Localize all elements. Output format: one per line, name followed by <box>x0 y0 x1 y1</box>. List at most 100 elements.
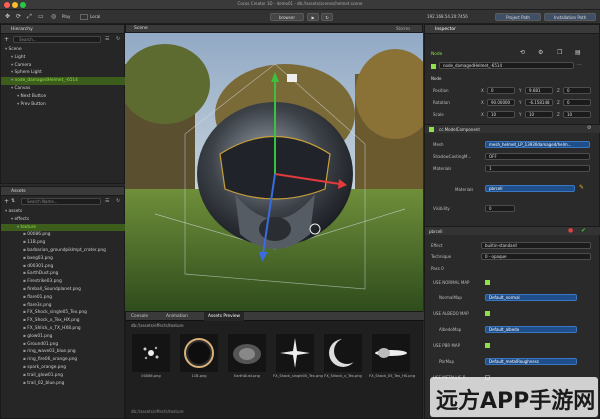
materials-count-input[interactable]: 1 <box>485 165 590 172</box>
component-enabled-checkbox[interactable] <box>429 127 434 132</box>
scene-tab[interactable]: Scene <box>134 25 148 33</box>
move-tool-icon[interactable]: ✥ <box>5 13 13 21</box>
texture-thumbnail[interactable]: FX_Shlock_x_Tex.png <box>324 334 365 378</box>
collapse-assets-icon[interactable]: ☰ <box>105 198 109 204</box>
rotation-x-input[interactable]: 90.00000 <box>487 99 515 106</box>
project-path-button[interactable]: Project Path <box>495 13 541 21</box>
texture-thumbnail[interactable]: FX_Shock_05_Tex_HX.png <box>369 334 415 378</box>
asset-item-row[interactable]: ▪ flare01.png <box>1 294 125 302</box>
node-active-checkbox[interactable] <box>431 64 436 69</box>
rotate-tool-icon[interactable]: ⟳ <box>16 13 24 21</box>
asset-item-row[interactable]: ▪ Firestrike03.png <box>1 278 125 286</box>
shadow-casting-select[interactable]: OFF <box>485 153 590 160</box>
texture-thumbnail[interactable]: 00086.png <box>132 334 173 378</box>
play-preview-button[interactable]: ▶ <box>307 13 319 21</box>
use-albedo-map-checkbox[interactable] <box>485 311 490 316</box>
rotation-z-input[interactable]: 0 <box>563 99 591 106</box>
collapse-all-icon[interactable]: ☰ <box>105 36 109 42</box>
texture-thumbnail[interactable]: 11B.png <box>180 334 221 378</box>
asset-item-row[interactable]: ▪ d00301.png <box>1 263 125 271</box>
scale-x-input[interactable]: 10 <box>487 111 515 118</box>
assets-search-input[interactable]: Search Name... <box>21 198 101 205</box>
local-toggle-icon[interactable] <box>80 14 88 20</box>
add-node-icon[interactable]: + <box>4 36 9 43</box>
preview-platform-select[interactable]: browser <box>270 13 304 21</box>
material-header[interactable]: pbrcell ● ✔ <box>425 226 600 235</box>
component-header[interactable]: cc.ModelComponent ⚙ <box>425 124 600 133</box>
effect-select[interactable]: builtin-standard <box>481 242 591 249</box>
asset-item-row[interactable]: ▪ EarthDust.png <box>1 270 125 278</box>
position-x-input[interactable]: 0 <box>487 87 515 94</box>
position-y-input[interactable]: 9.681 <box>525 87 553 94</box>
hierarchy-item-row[interactable]: ▾ Sphere Light <box>1 69 125 77</box>
asset-item-row[interactable]: ▪ ring_fire06_orange.png <box>1 356 125 364</box>
albedo-map-field[interactable]: Default_albedo <box>485 326 577 333</box>
pbr-map-field[interactable]: Default_metalRoughness <box>485 358 577 365</box>
texture-thumbnail[interactable]: EarthDust.png <box>228 334 269 378</box>
scale-y-input[interactable]: 10 <box>525 111 553 118</box>
component-settings-icon[interactable]: ⚙ <box>587 125 591 131</box>
hierarchy-item-row[interactable]: ▾ Next Button <box>1 93 125 101</box>
hierarchy-search-input[interactable]: Search... <box>13 36 101 43</box>
scale-z-input[interactable]: 10 <box>563 111 591 118</box>
add-asset-icon[interactable]: + <box>4 198 9 205</box>
asset-item-row[interactable]: ▪ FX_Shock_single05_Tex.png <box>1 309 125 317</box>
use-normal-map-checkbox[interactable] <box>485 280 490 285</box>
tab-console[interactable]: Console <box>131 312 148 321</box>
mesh-field[interactable]: mesh_helmet_LP_13930damaged/helm... <box>485 141 590 148</box>
node-name-input[interactable]: node_damagedHelmet_-6514 <box>439 62 574 69</box>
asset-item-row[interactable]: ▾ effects <box>1 216 125 224</box>
asset-item-row[interactable]: ▪ ring_wave03_blue.png <box>1 348 125 356</box>
asset-item-row[interactable]: ▪ fireball_Soundplanet.png <box>1 286 125 294</box>
asset-item-row[interactable]: ▪ flare3s.png <box>1 302 125 310</box>
installation-path-button[interactable]: Installation Path <box>544 13 596 21</box>
sort-icon[interactable]: ⇅ <box>11 198 15 204</box>
asset-item-row[interactable]: ▪ trail_glow01.png <box>1 372 125 380</box>
node-section-header[interactable]: Node <box>431 76 441 81</box>
asset-item-row[interactable]: ▪ glow01.png <box>1 333 125 341</box>
node-menu-icon[interactable]: ⋯ <box>577 62 582 68</box>
hierarchy-item-row[interactable]: ▾ Scene <box>1 46 125 54</box>
visibility-input[interactable]: 0 <box>485 205 515 212</box>
material-edit-icon[interactable]: ✎ <box>579 184 584 191</box>
use-pbr-map-checkbox[interactable] <box>485 343 490 348</box>
texture-thumbnail[interactable]: FX_Shock_single05_Tex.png <box>273 334 323 378</box>
scene-views-select[interactable]: Storres <box>396 25 410 33</box>
rect-tool-icon[interactable]: ▭ <box>38 13 46 21</box>
asset-item-row[interactable]: ▪ barbarian_groundpiklmpt_crater.png <box>1 247 125 255</box>
hierarchy-item-row[interactable]: ▾ Camera <box>1 62 125 70</box>
hierarchy-item-row[interactable]: ▾ Prev Button <box>1 101 125 109</box>
refresh-preview-button[interactable]: ↻ <box>321 13 333 21</box>
paste-icon[interactable]: ▤ <box>575 49 581 56</box>
material-revert-icon[interactable]: ● <box>568 227 573 234</box>
normal-map-field[interactable]: Default_normal <box>485 294 577 301</box>
asset-item-row[interactable]: ▪ spark_orange.png <box>1 364 125 372</box>
pivot-icon[interactable]: ◎ <box>51 13 59 21</box>
asset-item-row[interactable]: ▪ FX_Shock_x_Tex_HX.png <box>1 317 125 325</box>
asset-item-row[interactable]: ▪ Ground01.png <box>1 341 125 349</box>
asset-item-row[interactable]: ▪ trail_02_blue.png <box>1 380 125 388</box>
hierarchy-item-row[interactable]: ▾ Canvas <box>1 85 125 93</box>
asset-item-row[interactable]: ▪ bxeg03.png <box>1 255 125 263</box>
refresh-icon[interactable]: ↻ <box>116 36 120 42</box>
undo-icon[interactable]: ⟲ <box>520 49 525 56</box>
refresh-assets-icon[interactable]: ↻ <box>116 198 120 204</box>
tab-animation[interactable]: Animation <box>166 312 188 321</box>
asset-item-row[interactable]: ▪ FX_Shlick_x_TX_HX8.png <box>1 325 125 333</box>
tab-assets-preview[interactable]: Assets Preview <box>204 312 245 321</box>
rotation-y-input[interactable]: -6.158148 <box>525 99 553 106</box>
hierarchy-item-row[interactable]: ▾ Light <box>1 54 125 62</box>
scale-tool-icon[interactable]: ⤢ <box>27 13 35 21</box>
asset-item-row[interactable]: ▾ texture <box>1 223 125 232</box>
technique-select[interactable]: 0 - opaque <box>481 253 591 260</box>
position-z-input[interactable]: 0 <box>563 87 591 94</box>
asset-item-row[interactable]: ▾ assets <box>1 208 125 216</box>
material-save-icon[interactable]: ✔ <box>581 227 586 234</box>
hierarchy-item-row[interactable]: ▾ node_damagedHelmet_-6514 <box>1 77 125 85</box>
copy-icon[interactable]: ❐ <box>557 49 562 56</box>
scene-viewport[interactable] <box>125 24 423 311</box>
settings-icon[interactable]: ⚙ <box>538 49 543 56</box>
asset-item-row[interactable]: ▪ 11B.png <box>1 239 125 247</box>
asset-item-row[interactable]: ▪ 00086.png <box>1 231 125 239</box>
material-slot-field[interactable]: pbrcell <box>485 185 575 192</box>
